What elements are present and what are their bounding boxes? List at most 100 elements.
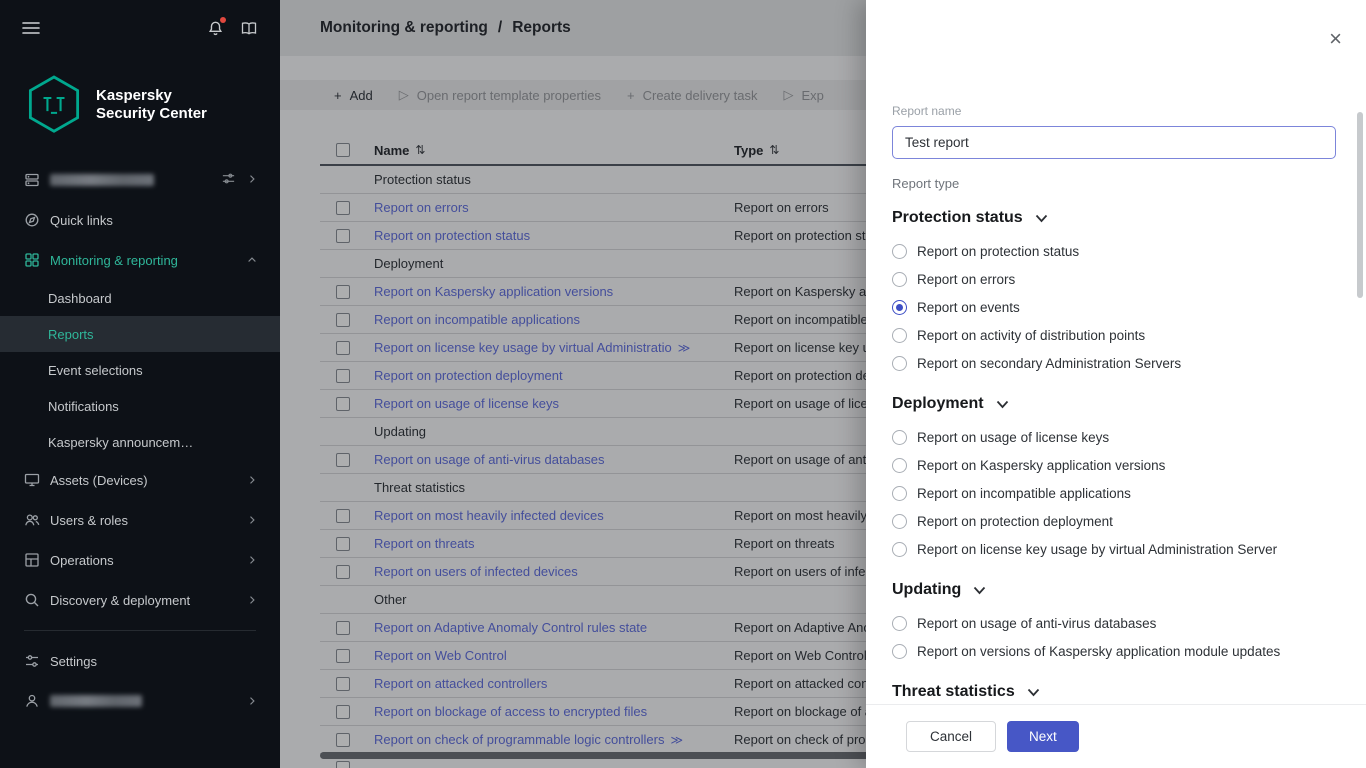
row-checkbox[interactable] <box>336 509 350 523</box>
radio-option[interactable]: Report on incompatible applications <box>892 479 1336 507</box>
radio-option[interactable]: Report on protection status <box>892 237 1336 265</box>
sidebar-item-event-selections[interactable]: Event selections <box>0 352 280 388</box>
row-checkbox[interactable] <box>336 705 350 719</box>
kaspersky-logo-icon <box>26 74 82 136</box>
sort-icon: ⇅ <box>769 143 779 157</box>
radio-selected-icon <box>892 300 907 315</box>
sidebar-item-notifications[interactable]: Notifications <box>0 388 280 424</box>
report-link[interactable]: Report on most heavily infected devices <box>374 508 604 523</box>
row-checkbox[interactable] <box>336 649 350 663</box>
report-link[interactable]: Report on errors <box>374 200 469 215</box>
row-checkbox[interactable] <box>336 369 350 383</box>
add-button[interactable]: + Add <box>334 88 373 103</box>
sidebar-item-discovery-deployment[interactable]: Discovery & deployment <box>0 580 280 620</box>
hierarchy-icon <box>221 171 236 189</box>
report-name-input[interactable] <box>892 126 1336 159</box>
row-checkbox[interactable] <box>336 621 350 635</box>
report-name-label: Report name <box>892 104 1336 118</box>
report-link[interactable]: Report on check of programmable logic co… <box>374 732 664 747</box>
row-checkbox[interactable] <box>336 397 350 411</box>
report-link[interactable]: Report on threats <box>374 536 474 551</box>
row-checkbox[interactable] <box>336 733 350 747</box>
radio-option[interactable]: Report on errors <box>892 265 1336 293</box>
sidebar-item-label: Kaspersky announcem… <box>48 435 193 450</box>
sidebar-nav: Quick links Monitoring & reporting Dashb… <box>0 160 280 721</box>
report-link[interactable]: Report on Kaspersky application versions <box>374 284 613 299</box>
sidebar-item-assets-devices[interactable]: Assets (Devices) <box>0 460 280 500</box>
report-link[interactable]: Report on usage of anti-virus databases <box>374 452 605 467</box>
notifications-bell-icon[interactable] <box>207 20 224 37</box>
radio-option[interactable]: Report on usage of anti-virus databases <box>892 609 1336 637</box>
radio-option-selected[interactable]: Report on events <box>892 293 1336 321</box>
radio-option[interactable]: Report on secondary Administration Serve… <box>892 349 1336 377</box>
row-checkbox[interactable] <box>336 341 350 355</box>
menu-icon[interactable] <box>22 21 40 35</box>
sidebar-item-label: Monitoring & reporting <box>50 253 178 268</box>
radio-option[interactable]: Report on activity of distribution point… <box>892 321 1336 349</box>
sidebar-item-label: Reports <box>48 327 94 342</box>
breadcrumb: Monitoring & reporting / Reports <box>320 19 571 37</box>
row-checkbox[interactable] <box>336 453 350 467</box>
sidebar-item-monitoring-reporting[interactable]: Monitoring & reporting <box>0 240 280 280</box>
row-checkbox[interactable] <box>336 565 350 579</box>
plus-icon: + <box>627 88 635 103</box>
panel-scrollbar[interactable] <box>1357 112 1363 298</box>
app-title: Kaspersky Security Center <box>96 87 207 123</box>
chevron-right-icon <box>246 594 258 606</box>
column-header-name[interactable]: Name⇅ <box>374 143 734 158</box>
select-all-checkbox[interactable] <box>336 143 350 157</box>
sidebar-item-label: Notifications <box>48 399 119 414</box>
expand-more-icon[interactable]: ≫ <box>678 341 691 355</box>
row-checkbox[interactable] <box>336 761 350 768</box>
expand-more-icon[interactable]: ≫ <box>670 733 683 747</box>
report-link[interactable]: Report on attacked controllers <box>374 676 547 691</box>
monitor-icon <box>24 472 40 488</box>
report-link[interactable]: Report on license key usage by virtual A… <box>374 340 672 355</box>
section-threat-statistics[interactable]: Threat statistics <box>892 683 1336 701</box>
report-link[interactable]: Report on usage of license keys <box>374 396 559 411</box>
radio-option[interactable]: Report on versions of Kaspersky applicat… <box>892 637 1336 665</box>
section-deployment[interactable]: Deployment <box>892 395 1336 413</box>
cancel-button[interactable]: Cancel <box>906 721 996 752</box>
sidebar-item-settings[interactable]: Settings <box>0 641 280 681</box>
user-icon <box>24 693 40 709</box>
sidebar-item-server[interactable] <box>0 160 280 200</box>
radio-option[interactable]: Report on license key usage by virtual A… <box>892 535 1336 563</box>
report-link[interactable]: Report on users of infected devices <box>374 564 578 579</box>
report-link[interactable]: Report on Adaptive Anomaly Control rules… <box>374 620 647 635</box>
open-report-template-properties-button: ▷ Open report template properties <box>399 87 601 103</box>
app-logo: Kaspersky Security Center <box>0 56 280 160</box>
report-link[interactable]: Report on Web Control <box>374 648 507 663</box>
row-checkbox[interactable] <box>336 537 350 551</box>
next-button[interactable]: Next <box>1007 721 1079 752</box>
radio-option[interactable]: Report on usage of license keys <box>892 423 1336 451</box>
row-checkbox[interactable] <box>336 201 350 215</box>
sidebar-item-kaspersky-announcements[interactable]: Kaspersky announcem… <box>0 424 280 460</box>
sidebar-item-label: Users & roles <box>50 513 128 528</box>
sidebar-item-users-roles[interactable]: Users & roles <box>0 500 280 540</box>
report-link[interactable]: Report on blockage of access to encrypte… <box>374 704 647 719</box>
sidebar-item-label: Discovery & deployment <box>50 593 190 608</box>
sidebar-item-quick-links[interactable]: Quick links <box>0 200 280 240</box>
section-protection-status[interactable]: Protection status <box>892 209 1336 227</box>
sidebar-item-label: Event selections <box>48 363 143 378</box>
search-icon <box>24 592 40 608</box>
report-link[interactable]: Report on protection deployment <box>374 368 563 383</box>
app-window: Kaspersky Security Center <box>0 0 1366 768</box>
sidebar-item-label: Assets (Devices) <box>50 473 148 488</box>
radio-option[interactable]: Report on protection deployment <box>892 507 1336 535</box>
row-checkbox[interactable] <box>336 677 350 691</box>
sidebar-item-dashboard[interactable]: Dashboard <box>0 280 280 316</box>
row-checkbox[interactable] <box>336 229 350 243</box>
radio-option[interactable]: Report on Kaspersky application versions <box>892 451 1336 479</box>
breadcrumb-item-monitoring[interactable]: Monitoring & reporting <box>320 19 488 37</box>
row-checkbox[interactable] <box>336 313 350 327</box>
row-checkbox[interactable] <box>336 285 350 299</box>
report-link[interactable]: Report on protection status <box>374 228 530 243</box>
sidebar-item-user-account[interactable] <box>0 681 280 721</box>
section-updating[interactable]: Updating <box>892 581 1336 599</box>
report-link[interactable]: Report on incompatible applications <box>374 312 580 327</box>
help-book-icon[interactable] <box>240 21 258 36</box>
sidebar-item-reports[interactable]: Reports <box>0 316 280 352</box>
sidebar-item-operations[interactable]: Operations <box>0 540 280 580</box>
